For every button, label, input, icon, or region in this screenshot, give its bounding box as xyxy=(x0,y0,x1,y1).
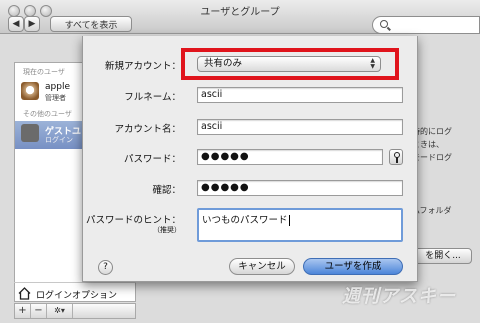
guest-avatar-icon xyxy=(21,124,39,142)
login-options-item[interactable]: ログインオプション xyxy=(14,282,136,304)
sidebar-toolbar: + − ✲▾ xyxy=(14,303,136,319)
baseball-avatar-icon xyxy=(21,82,39,100)
login-options-label: ログインオプション xyxy=(36,291,118,301)
house-icon xyxy=(18,287,31,300)
chevron-right-icon: ▶ xyxy=(28,19,36,29)
verify-field[interactable]: ●●●●● xyxy=(197,180,403,196)
action-menu-button[interactable]: ✲▾ xyxy=(47,304,73,318)
create-user-button[interactable]: ユーザを作成 xyxy=(303,258,403,275)
add-user-button[interactable]: + xyxy=(15,304,31,318)
cancel-button[interactable]: キャンセル xyxy=(229,258,295,275)
forward-button[interactable]: ▶ xyxy=(24,16,40,32)
new-account-sheet: 新規アカウント： 共有のみ ▲ ▼ フルネーム： ascii アカウント名： as… xyxy=(82,36,418,282)
verify-label: 確認： xyxy=(152,185,181,196)
text-cursor xyxy=(288,215,290,226)
search-input[interactable] xyxy=(372,16,480,34)
watermark-logo: 週刊アスキー xyxy=(342,286,456,307)
full-name-field[interactable]: ascii xyxy=(197,87,403,103)
remove-user-button[interactable]: − xyxy=(31,304,47,318)
hint-sublabel: （推奨） xyxy=(153,226,181,234)
show-all-button[interactable]: すべてを表示 xyxy=(50,16,132,32)
other-users-header: その他のユーザ xyxy=(23,110,72,118)
background-text-1: 時的にログ xyxy=(412,127,452,136)
current-users-header: 現在のユーザ xyxy=(23,68,65,76)
red-highlight-box xyxy=(181,48,399,80)
hint-label: パスワードのヒント： xyxy=(85,215,181,226)
password-hint-field[interactable]: いつものパスワード xyxy=(197,208,403,242)
password-field[interactable]: ●●●●● xyxy=(197,149,383,165)
open-button[interactable]: を開く... xyxy=(414,248,472,264)
account-type-label: 新規アカウント： xyxy=(104,61,181,72)
password-label: パスワード： xyxy=(123,154,181,165)
current-user-name: apple xyxy=(45,82,70,92)
account-name-label: アカウント名： xyxy=(114,124,181,135)
full-name-label: フルネーム： xyxy=(124,92,181,103)
title-bar: ユーザとグループ ◀ ▶ すべてを表示 xyxy=(0,0,480,34)
password-assistant-key-icon[interactable] xyxy=(389,149,403,165)
back-button[interactable]: ◀ xyxy=(8,16,24,32)
help-button[interactable]: ? xyxy=(98,260,113,275)
guest-user-sub: ログイン xyxy=(45,136,73,144)
current-user-role: 管理者 xyxy=(45,94,66,102)
search-icon xyxy=(380,20,388,28)
hint-value: いつものパスワード xyxy=(202,215,288,226)
background-text-3: モードログ xyxy=(412,153,452,162)
chevron-left-icon: ◀ xyxy=(12,19,20,29)
account-name-field[interactable]: ascii xyxy=(197,119,403,135)
